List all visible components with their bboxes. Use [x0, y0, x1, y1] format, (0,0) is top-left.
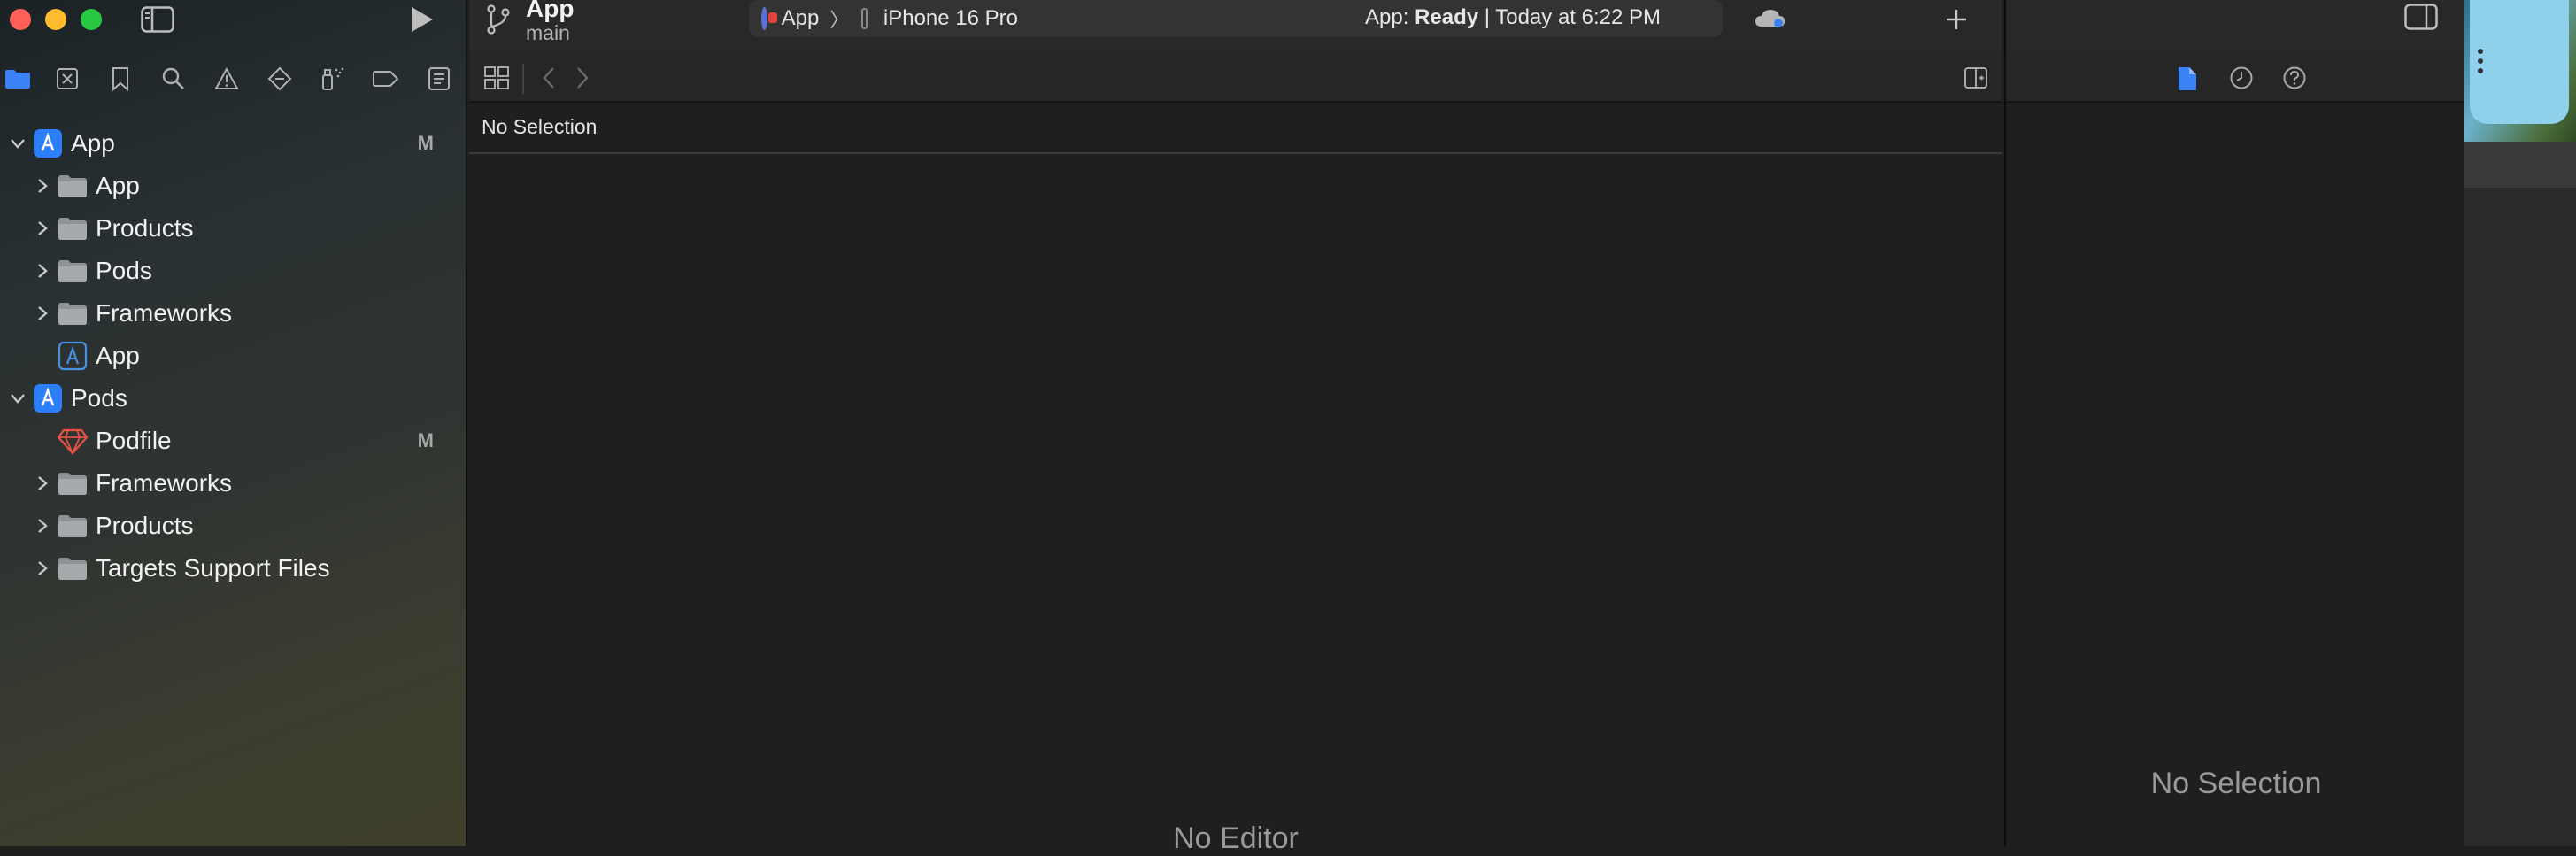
tree-row-folder-products-pods[interactable]: Products [0, 505, 466, 547]
modified-badge: M [417, 429, 434, 451]
scheme-selector[interactable]: App 〉 iPhone 16 Pro [752, 4, 1018, 33]
source-control-icon[interactable] [50, 62, 85, 96]
editor-placeholder: No Editor [1173, 821, 1299, 855]
folder-icon [57, 255, 89, 287]
tree-row-label: Products [96, 512, 194, 539]
tree-row-app-target[interactable]: App [0, 335, 466, 377]
tree-row-label: Frameworks [96, 299, 233, 327]
destination-name[interactable]: iPhone 16 Pro [883, 6, 1018, 31]
related-items-grid-icon[interactable] [483, 66, 512, 92]
chevron-right-icon[interactable] [34, 177, 51, 195]
status-prefix: App: [1365, 5, 1415, 29]
xcode-project-icon [32, 127, 64, 159]
minimize-window-button[interactable] [45, 9, 66, 30]
report-icon[interactable] [421, 62, 457, 96]
tree-row-label: App [96, 342, 140, 369]
inspector-toggle-icon[interactable] [2404, 4, 2440, 35]
branch-name[interactable]: main [526, 21, 570, 45]
editor-jump-bar [469, 55, 2002, 103]
chevron-down-icon[interactable] [9, 389, 27, 407]
inspector-placeholder: No Selection [2150, 767, 2322, 800]
folder-icon [57, 170, 89, 202]
issue-warning-icon[interactable] [209, 62, 244, 96]
close-window-button[interactable] [10, 9, 31, 30]
tree-row-podfile[interactable]: Podfile M [0, 420, 466, 462]
zoom-window-button[interactable] [81, 9, 102, 30]
tree-row-label: Podfile [96, 427, 172, 454]
run-play-icon[interactable] [404, 4, 439, 35]
scheme-name: App [781, 6, 820, 30]
project-name[interactable]: App [526, 0, 574, 23]
folder-icon [57, 467, 89, 499]
window-toolbar: App main App 〉 iPhone 16 Pro App: Ready … [469, 0, 2002, 55]
tree-row-project-app[interactable]: App M [0, 122, 466, 165]
chevron-right-icon[interactable] [34, 220, 51, 237]
selection-label: No Selection [482, 115, 598, 138]
tree-row-label: App [71, 129, 115, 157]
folder-icon [57, 510, 89, 542]
more-vertical-icon[interactable] [2477, 48, 2495, 83]
tree-row-label: Targets Support Files [96, 554, 330, 582]
tree-row-folder-pods[interactable]: Pods [0, 250, 466, 292]
activity-view: App 〉 iPhone 16 Pro App: Ready | Today a… [749, 0, 1723, 37]
file-inspector-icon[interactable] [2176, 66, 2202, 92]
debug-spray-icon[interactable] [315, 62, 351, 96]
folder-icon [57, 552, 89, 584]
tree-row-folder-targets-support[interactable]: Targets Support Files [0, 547, 466, 590]
cloud-sync-icon[interactable] [1753, 5, 1788, 34]
tree-row-label: App [96, 172, 140, 199]
simulator-window-edge [2464, 0, 2576, 846]
tree-row-label: Frameworks [96, 469, 233, 497]
tree-row-label: Pods [96, 257, 152, 284]
chevron-right-icon[interactable] [34, 305, 51, 322]
app-scheme-icon [761, 7, 777, 30]
breakpoint-icon[interactable] [368, 62, 404, 96]
tree-row-label: Pods [71, 384, 127, 412]
tree-row-project-pods[interactable]: Pods [0, 377, 466, 420]
find-icon[interactable] [156, 62, 191, 96]
tree-row-folder-frameworks-pods[interactable]: Frameworks [0, 462, 466, 505]
editor-selection-bar: No Selection [469, 103, 2002, 154]
ruby-gem-icon [57, 425, 89, 457]
inspector-tab-bar [2006, 55, 2466, 103]
status-time: Today at 6:22 PM [1495, 5, 1662, 29]
chevron-right-icon[interactable] [34, 559, 51, 577]
status-separator: | [1478, 5, 1496, 29]
navigator-tab-bar [0, 62, 466, 96]
editor-area: No Selection No Editor [469, 55, 2002, 855]
chevron-right-icon[interactable] [34, 262, 51, 280]
tree-row-label: Products [96, 214, 194, 242]
bookmark-icon[interactable] [103, 62, 138, 96]
tree-row-folder-products[interactable]: Products [0, 207, 466, 250]
sidebar-toggle-icon[interactable] [140, 4, 175, 35]
project-navigator-folder-icon[interactable] [0, 62, 35, 96]
status-state: Ready [1415, 5, 1479, 29]
inspector-toolbar [2006, 0, 2466, 55]
split-editor-icon[interactable] [1963, 66, 1990, 92]
build-status: App: Ready | Today at 6:22 PM [1365, 5, 1661, 30]
back-chevron-icon[interactable] [540, 66, 561, 92]
folder-icon [57, 297, 89, 329]
add-plus-icon[interactable] [1940, 4, 1972, 35]
history-icon[interactable] [2229, 66, 2256, 92]
forward-chevron-icon[interactable] [574, 66, 595, 92]
navigator-sidebar: App M App Products Pods Frameworks App P… [0, 0, 467, 846]
chevron-right-icon[interactable] [34, 517, 51, 535]
help-icon[interactable] [2282, 66, 2309, 92]
inspector-panel: No Selection [2004, 0, 2466, 846]
tree-row-folder-frameworks[interactable]: Frameworks [0, 292, 466, 335]
folder-icon [57, 212, 89, 244]
app-target-icon [57, 340, 89, 372]
modified-badge: M [417, 132, 434, 154]
toolbar-divider [522, 64, 524, 94]
chevron-down-icon[interactable] [9, 135, 27, 152]
xcode-project-icon [32, 382, 64, 414]
test-diamond-icon[interactable] [262, 62, 297, 96]
iphone-device-icon [861, 8, 868, 29]
tree-row-folder-app[interactable]: App [0, 165, 466, 207]
chevron-right-icon[interactable] [34, 474, 51, 492]
chevron-right-icon: 〉 [829, 9, 850, 31]
branch-icon [483, 4, 513, 35]
simulator-bar [2464, 142, 2576, 188]
